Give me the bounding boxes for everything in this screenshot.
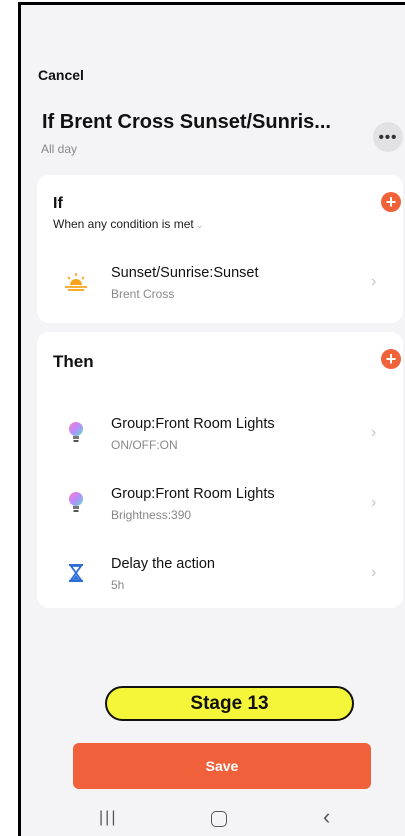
schedule-subtitle: All day xyxy=(41,142,78,156)
chevron-down-icon: ⌄ xyxy=(195,220,204,230)
action-title: Group:Front Room Lights xyxy=(111,416,275,432)
home-icon[interactable] xyxy=(211,811,227,827)
chevron-right-icon: › xyxy=(371,494,377,511)
save-button[interactable]: Save xyxy=(73,743,371,789)
action-row-delay[interactable]: Delay the action 5h › xyxy=(37,546,403,602)
action-subtitle: 5h xyxy=(111,578,125,592)
action-title: Delay the action xyxy=(111,556,215,572)
action-row-brightness[interactable]: Group:Front Room Lights Brightness:390 › xyxy=(37,476,403,532)
page-title: If Brent Cross Sunset/Sunris... xyxy=(42,111,331,133)
system-nav-bar: ||| ‹ xyxy=(21,799,405,836)
stage-badge: Stage 13 xyxy=(105,686,354,721)
chevron-right-icon: › xyxy=(371,564,377,581)
action-subtitle: ON/OFF:ON xyxy=(111,438,178,452)
bulb-icon xyxy=(63,490,89,516)
status-bar xyxy=(21,5,405,63)
then-card-title: Then xyxy=(53,352,94,371)
if-card: If When any condition is met ⌄ + Sunset/S… xyxy=(37,175,403,323)
action-title: Group:Front Room Lights xyxy=(111,486,275,502)
if-card-title: If xyxy=(53,195,63,212)
recents-icon[interactable]: ||| xyxy=(99,809,117,827)
back-icon[interactable]: ‹ xyxy=(323,804,330,830)
action-row-onoff[interactable]: Group:Front Room Lights ON/OFF:ON › xyxy=(37,406,403,462)
condition-subtitle: Brent Cross xyxy=(111,287,175,301)
condition-title: Sunset/Sunrise:Sunset xyxy=(111,265,259,281)
phone-frame: Cancel If Brent Cross Sunset/Sunris... A… xyxy=(18,2,405,836)
condition-mode-dropdown[interactable]: When any condition is met ⌄ xyxy=(53,217,203,231)
bulb-icon xyxy=(63,420,89,446)
chevron-right-icon: › xyxy=(371,424,377,441)
add-action-button[interactable]: + xyxy=(381,349,401,369)
then-card: Then + Group:Front Room Lights ON/OFF:ON… xyxy=(37,332,403,608)
cancel-button[interactable]: Cancel xyxy=(38,67,84,83)
chevron-right-icon: › xyxy=(371,273,377,290)
action-subtitle: Brightness:390 xyxy=(111,508,192,522)
condition-row-sunset[interactable]: Sunset/Sunrise:Sunset Brent Cross › xyxy=(37,255,403,311)
add-condition-button[interactable]: + xyxy=(381,192,401,212)
more-options-button[interactable]: ••• xyxy=(373,122,403,152)
condition-mode-label: When any condition is met xyxy=(53,217,194,231)
sunset-icon xyxy=(63,269,89,295)
hourglass-icon xyxy=(63,560,89,586)
